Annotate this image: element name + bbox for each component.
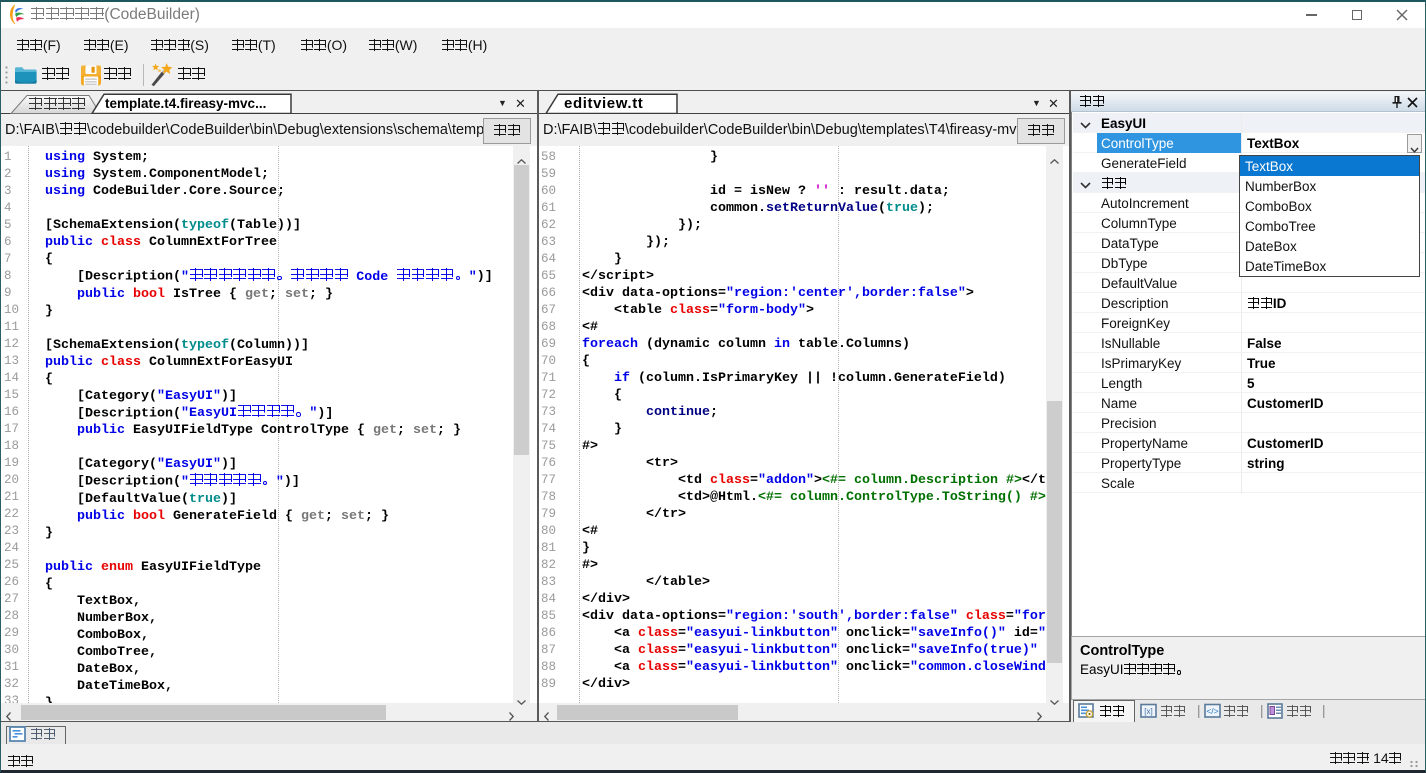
svg-text:[x]: [x] xyxy=(1144,707,1152,716)
svg-text:</>: </> xyxy=(1206,706,1218,716)
